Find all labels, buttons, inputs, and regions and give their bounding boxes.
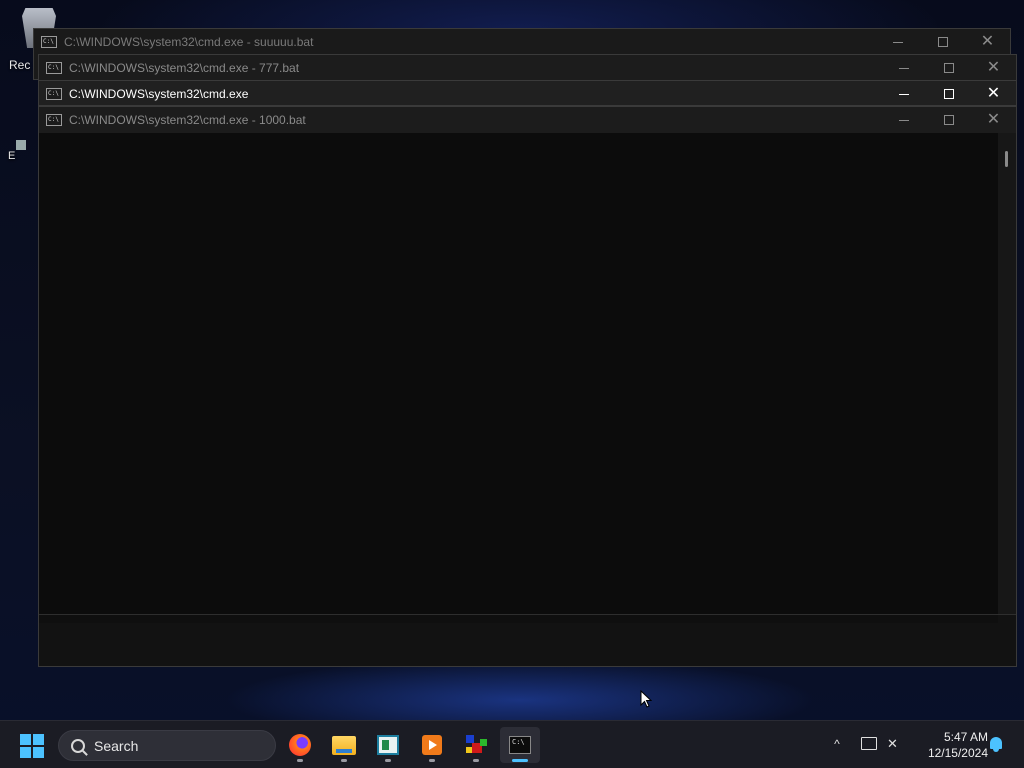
window-title: C:\WINDOWS\system32\cmd.exe - 1000.bat (69, 113, 306, 127)
window-title: C:\WINDOWS\system32\cmd.exe (69, 87, 249, 101)
cmd-window-active[interactable]: C:\ C:\WINDOWS\system32\cmd.exe ✕ (38, 80, 1017, 106)
colored-boxes-icon (464, 733, 488, 757)
notes-icon (377, 735, 399, 755)
close-icon: ✕ (986, 111, 1001, 128)
show-hidden-icons-chevron-up-icon[interactable]: ^ (830, 737, 844, 751)
minimize-button[interactable] (881, 55, 926, 81)
vertical-scrollbar[interactable] (998, 133, 1016, 614)
minimize-button[interactable] (881, 107, 926, 133)
search-label: Search (94, 737, 139, 754)
maximize-button[interactable] (926, 55, 971, 81)
taskbar-app-media-player[interactable] (412, 727, 452, 763)
maximize-icon (943, 89, 954, 99)
notification-bell-icon[interactable] (989, 737, 1003, 753)
network-icon[interactable] (861, 737, 877, 750)
window-titlebar[interactable]: C:\ C:\WINDOWS\system32\cmd.exe - 1000.b… (39, 107, 1016, 133)
cmd-icon: C:\ (41, 36, 57, 48)
taskbar-app-file-explorer[interactable] (324, 727, 364, 763)
cmd-icon: C:\ (46, 88, 62, 100)
close-button[interactable]: ✕ (965, 29, 1010, 55)
app-shortcut-icon (16, 140, 26, 150)
desktop-icon-label: E (8, 150, 16, 162)
close-icon: ✕ (980, 33, 995, 50)
console-output-area[interactable] (39, 133, 998, 614)
clock-time: 5:47 AM (943, 730, 988, 744)
cmd-icon: C:\ (46, 114, 62, 126)
minimize-icon (898, 93, 909, 95)
close-button[interactable]: ✕ (971, 55, 1016, 81)
window-title: C:\WINDOWS\system32\cmd.exe - suuuuu.bat (64, 35, 314, 49)
window-titlebar[interactable]: C:\ C:\WINDOWS\system32\cmd.exe - 777.ba… (39, 55, 1016, 81)
taskbar: Search C:\ ^ ✕ 5:47 AM 12/15/2024 (0, 720, 1024, 768)
taskbar-search-box[interactable]: Search (58, 730, 276, 761)
maximize-icon (943, 115, 954, 125)
mouse-cursor-icon (640, 690, 652, 708)
maximize-button[interactable] (926, 107, 971, 133)
taskbar-app-firefox[interactable] (280, 727, 320, 763)
close-button[interactable]: ✕ (971, 81, 1016, 107)
minimize-icon (892, 41, 903, 43)
taskbar-app-boxes[interactable] (456, 727, 496, 763)
volume-muted-icon[interactable]: ✕ (887, 736, 903, 752)
window-title: C:\WINDOWS\system32\cmd.exe - 777.bat (69, 61, 300, 75)
maximize-button[interactable] (926, 81, 971, 107)
window-titlebar[interactable]: C:\ C:\WINDOWS\system32\cmd.exe ✕ (39, 81, 1016, 107)
minimize-icon (898, 119, 909, 121)
taskbar-app-notes[interactable] (368, 727, 408, 763)
clock-date: 12/15/2024 (927, 746, 988, 760)
folder-icon (332, 735, 356, 755)
minimize-icon (898, 67, 909, 69)
close-icon: ✕ (986, 85, 1001, 102)
cmd-icon: C:\ (46, 62, 62, 74)
windows-logo-icon (20, 734, 31, 745)
scrollbar-thumb[interactable] (1005, 151, 1008, 167)
terminal-icon: C:\ (509, 736, 531, 754)
start-button[interactable] (20, 734, 44, 758)
search-icon (71, 738, 85, 753)
cmd-window-1000[interactable]: C:\ C:\WINDOWS\system32\cmd.exe - 1000.b… (38, 106, 1017, 667)
taskbar-clock[interactable]: 5:47 AM 12/15/2024 (912, 729, 988, 761)
minimize-button[interactable] (881, 81, 926, 107)
close-icon: ✕ (986, 59, 1001, 76)
maximize-button[interactable] (920, 29, 965, 55)
close-button[interactable]: ✕ (971, 107, 1016, 133)
taskbar-app-command-prompt[interactable]: C:\ (500, 727, 540, 763)
media-player-icon (422, 735, 442, 755)
desktop-icon-shortcut[interactable]: E (8, 140, 26, 162)
horizontal-scrollbar[interactable] (39, 615, 998, 623)
window-titlebar[interactable]: C:\ C:\WINDOWS\system32\cmd.exe - suuuuu… (34, 29, 1010, 55)
firefox-icon (289, 734, 311, 756)
window-bottom-area (39, 614, 1016, 666)
maximize-icon (943, 63, 954, 73)
minimize-button[interactable] (875, 29, 920, 55)
maximize-icon (937, 37, 948, 47)
